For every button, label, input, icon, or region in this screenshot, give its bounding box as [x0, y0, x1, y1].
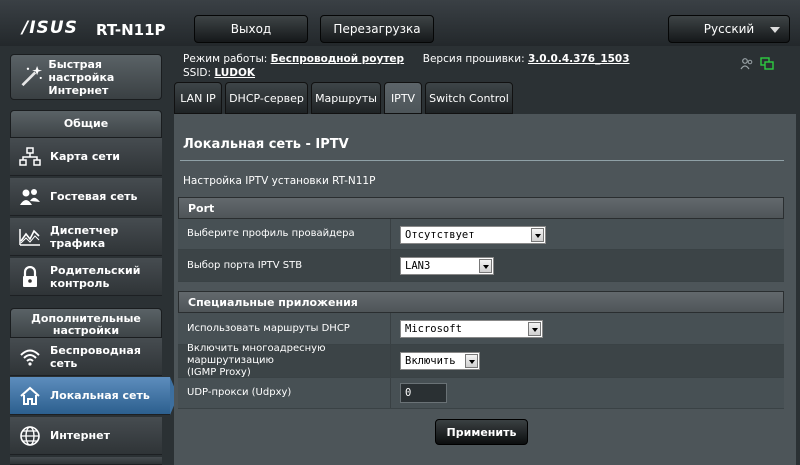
language-value: Русский: [703, 22, 755, 36]
tab-dhcp-server[interactable]: DHCP-сервер: [225, 82, 308, 114]
quick-setup-label-2: Интернет: [48, 83, 109, 97]
sidebar-item-parental-control[interactable]: Родительский контроль: [10, 258, 162, 296]
page-description: Настройка IPTV установки RT-N11P: [183, 175, 376, 187]
firmware-label: Версия прошивки:: [422, 53, 525, 65]
sidebar-item-traffic-manager[interactable]: Диспетчер трафика: [10, 218, 162, 256]
igmp-proxy-row: Включить многоадресную маршрутизацию (IG…: [178, 343, 784, 378]
provider-profile-label: Выберите профиль провайдера: [178, 219, 391, 249]
sidebar-label: Диспетчер: [50, 223, 119, 237]
udpxy-row: UDP-прокси (Udpxy) 0: [178, 378, 784, 409]
igmp-proxy-select[interactable]: Включить: [400, 352, 480, 370]
sidebar-label: Родительский: [50, 263, 141, 277]
chevron-down-icon: [479, 259, 492, 273]
igmp-label-line1: Включить многоадресную маршрутизацию: [187, 343, 326, 366]
dhcp-routes-label: Использовать маршруты DHCP: [178, 313, 391, 344]
home-icon: [18, 384, 42, 408]
lock-icon: [18, 265, 42, 289]
sidebar-item-lan[interactable]: Локальная сеть: [10, 377, 178, 415]
stb-port-row: Выбор порта IPTV STB LAN3: [178, 250, 784, 282]
chevron-down-icon: [528, 322, 541, 336]
stb-port-select[interactable]: LAN3: [400, 257, 494, 275]
sidebar-item-partial: [10, 457, 162, 465]
router-model: RT-N11P: [96, 21, 166, 39]
apply-button[interactable]: Применить: [435, 419, 528, 445]
guest-network-icon: [18, 185, 42, 209]
section-header-special: Специальные приложения: [178, 291, 784, 313]
tab-lan-ip[interactable]: LAN IP: [174, 82, 222, 114]
top-bar: /ISUS RT-N11P Выход Перезагрузка Русский: [0, 0, 800, 46]
section-header-port: Port: [178, 197, 784, 219]
sidebar-item-network-map[interactable]: Карта сети: [10, 138, 162, 176]
ssid-link[interactable]: LUDOK: [214, 67, 255, 79]
quick-setup-button[interactable]: Быстрая настройка Интернет: [10, 54, 162, 100]
globe-icon: [18, 424, 42, 448]
sidebar-item-wireless[interactable]: Беспроводная сеть: [10, 338, 162, 376]
tab-routes[interactable]: Маршруты: [311, 82, 381, 114]
traffic-chart-icon: [18, 225, 42, 249]
main-panel: Локальная сеть - IPTV Настройка IPTV уст…: [174, 114, 796, 465]
title-divider: [180, 160, 784, 161]
advanced-header-line2: настройки: [52, 324, 120, 337]
dhcp-routes-value: Microsoft: [405, 323, 462, 335]
provider-profile-row: Выберите профиль провайдера Отсутствует: [178, 219, 784, 250]
sidebar-label: Интернет: [50, 429, 110, 442]
logout-button[interactable]: Выход: [194, 15, 308, 43]
igmp-proxy-label: Включить многоадресную маршрутизацию (IG…: [178, 343, 391, 378]
sidebar-item-internet[interactable]: Интернет: [10, 417, 162, 455]
tab-switch-control[interactable]: Switch Control: [425, 82, 513, 114]
ssid-label: SSID:: [183, 67, 212, 79]
dhcp-routes-row: Использовать маршруты DHCP Microsoft: [178, 313, 784, 345]
sidebar-label: Локальная сеть: [50, 389, 150, 402]
asus-logo: /ISUS: [22, 18, 78, 38]
language-select[interactable]: Русский: [668, 15, 790, 43]
sidebar-label: контроль: [50, 276, 110, 290]
clients-icon[interactable]: [740, 57, 754, 71]
sidebar-header-advanced: Дополнительные настройки: [10, 308, 162, 338]
sidebar-label: сеть: [50, 356, 78, 370]
magic-wand-icon: [21, 66, 43, 87]
quick-setup-label-1: Быстрая настройка: [48, 57, 115, 84]
sidebar-label: Карта сети: [50, 150, 120, 163]
chevron-down-icon: [531, 228, 544, 242]
provider-profile-select[interactable]: Отсутствует: [400, 226, 546, 244]
provider-profile-value: Отсутствует: [405, 229, 475, 241]
sidebar-label: Гостевая сеть: [50, 190, 138, 203]
mode-label: Режим работы:: [183, 53, 268, 65]
wifi-icon: [18, 345, 42, 369]
chevron-down-icon: [770, 27, 780, 33]
dhcp-routes-select[interactable]: Microsoft: [400, 320, 543, 338]
udpxy-label: UDP-прокси (Udpxy): [178, 378, 391, 408]
udpxy-input[interactable]: 0: [400, 383, 447, 403]
stb-port-label: Выбор порта IPTV STB: [178, 250, 391, 281]
sidebar-header-general: Общие: [10, 110, 162, 138]
stb-port-value: LAN3: [405, 260, 431, 272]
network-status-icon[interactable]: [760, 57, 774, 71]
igmp-proxy-value: Включить: [405, 355, 456, 367]
status-info: Режим работы: Беспроводной роутер Версия…: [183, 52, 630, 80]
sidebar-label: Беспроводная: [50, 343, 141, 357]
firmware-link[interactable]: 3.0.0.4.376_1503: [528, 53, 630, 65]
sidebar-label: трафика: [50, 236, 106, 250]
sidebar-item-guest-network[interactable]: Гостевая сеть: [10, 178, 162, 216]
network-map-icon: [18, 145, 42, 169]
tab-iptv[interactable]: IPTV: [384, 82, 422, 114]
page-title: Локальная сеть - IPTV: [183, 137, 349, 152]
status-icons: [740, 57, 774, 71]
mode-link[interactable]: Беспроводной роутер: [271, 53, 404, 65]
chevron-down-icon: [465, 354, 478, 368]
reboot-button[interactable]: Перезагрузка: [320, 15, 434, 43]
